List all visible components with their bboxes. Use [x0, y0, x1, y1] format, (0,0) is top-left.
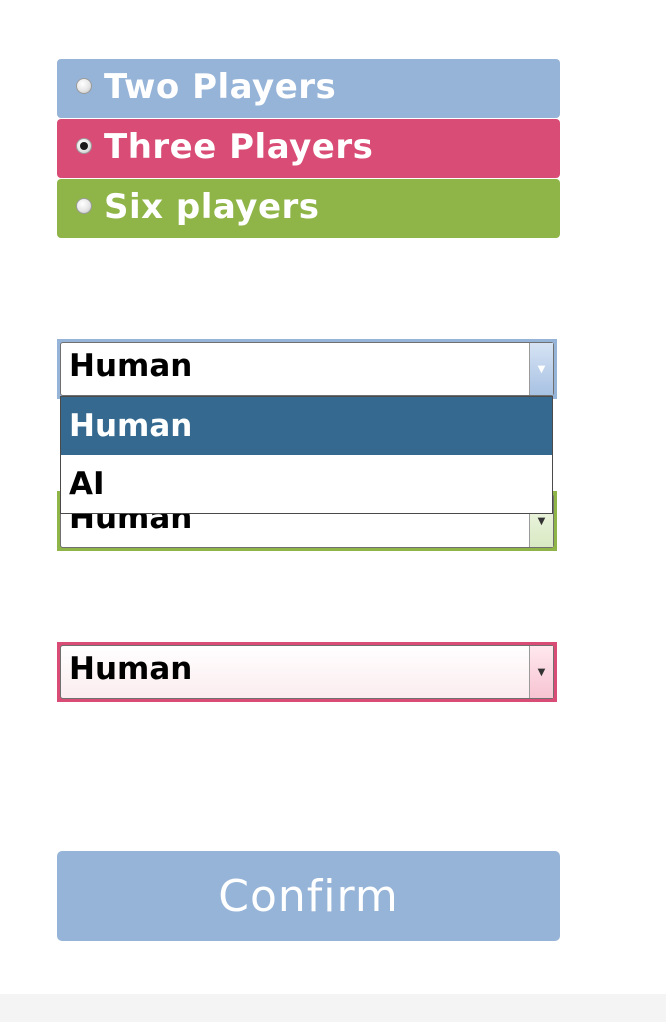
radio-label-three-players: Three Players — [104, 126, 374, 167]
dropdown-option-human[interactable]: Human — [61, 397, 552, 455]
radio-three-players[interactable]: Three Players — [57, 119, 560, 178]
radio-two-players[interactable]: Two Players — [57, 59, 560, 118]
select-value: Human — [69, 651, 193, 687]
radio-icon[interactable] — [76, 77, 92, 94]
player-3-type-select[interactable]: Human ▼ — [57, 642, 557, 702]
radio-icon[interactable] — [76, 197, 92, 214]
confirm-button[interactable]: Confirm — [57, 851, 560, 941]
player-type-dropdown-list: Human AI — [60, 396, 553, 514]
chevron-down-icon[interactable]: ▼ — [529, 646, 553, 698]
select-box[interactable]: Human ▼ — [60, 342, 554, 396]
radio-selected-indicator — [80, 141, 88, 150]
radio-label-six-players: Six players — [104, 186, 320, 227]
select-value: Human — [69, 348, 193, 384]
radio-six-players[interactable]: Six players — [57, 179, 560, 238]
player-count-radio-group: Two Players Three Players Six players — [57, 59, 560, 239]
bottom-bar — [0, 994, 666, 1022]
radio-label-two-players: Two Players — [104, 66, 337, 107]
select-box[interactable]: Human ▼ — [60, 645, 554, 699]
radio-icon[interactable] — [76, 137, 92, 154]
dropdown-option-ai[interactable]: AI — [61, 455, 552, 513]
player-setup-screen: Two Players Three Players Six players Hu… — [0, 0, 666, 1022]
player-1-type-select[interactable]: Human ▼ — [57, 339, 557, 399]
chevron-down-icon[interactable]: ▼ — [529, 343, 553, 395]
